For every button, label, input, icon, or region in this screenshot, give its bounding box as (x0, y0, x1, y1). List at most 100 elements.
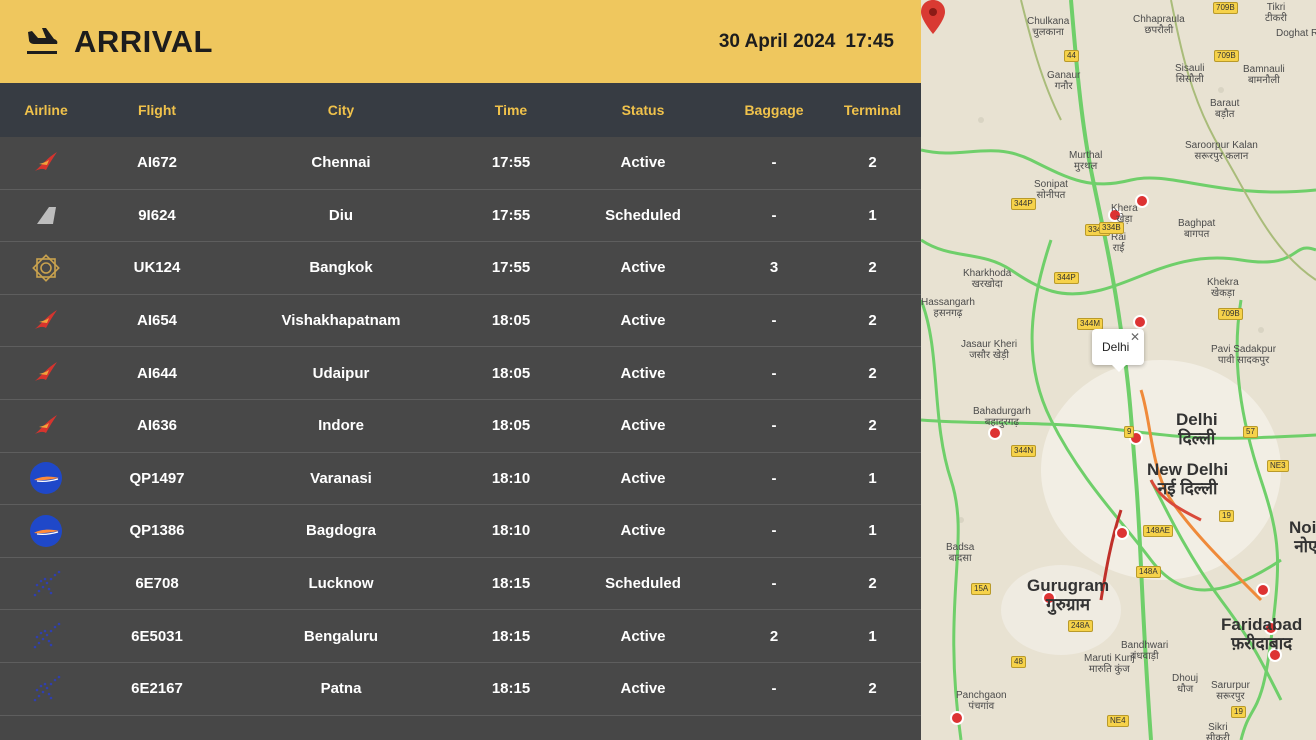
table-row[interactable]: AI654 Vishakhapatnam 18:05 Active - 2 (0, 294, 921, 348)
road-shield: 148A (1136, 566, 1161, 578)
place-name-local: खरखोदा (971, 279, 1003, 290)
place-name: Delhi (1176, 410, 1218, 429)
table-row[interactable]: AI636 Indore 18:05 Active - 2 (0, 399, 921, 453)
airline-logo (0, 356, 92, 390)
baggage-belt: - (771, 417, 777, 435)
column-header-baggage[interactable]: Baggage (724, 102, 824, 118)
indigo-logo-icon (33, 570, 61, 596)
baggage-belt: - (771, 154, 777, 172)
table-row[interactable]: 6E5031 Bengaluru 18:15 Active 2 1 (0, 610, 921, 663)
city-name: Varanasi (310, 469, 372, 487)
table-row[interactable]: 6E2167 Patna 18:15 Active - 2 (0, 662, 921, 716)
flight-number: QP1386 (129, 522, 185, 540)
road-shield: 344P (1011, 198, 1036, 210)
map-place-label: Panchgaon पंचगांव (956, 690, 1007, 712)
flight-status: Active (620, 259, 666, 277)
place-name: Bamnauli (1243, 64, 1285, 75)
terminal-number: 2 (868, 312, 877, 330)
map-place-label: Doghat Rur (1276, 28, 1316, 39)
road-shield: 19 (1231, 706, 1246, 718)
map-place-label: Chhapraula छपरौली (1133, 14, 1185, 36)
column-header-city[interactable]: City (222, 102, 460, 118)
place-name-local: बामनौली (1247, 75, 1280, 86)
column-header-status[interactable]: Status (562, 102, 724, 118)
place-name: Jasaur Kheri (961, 339, 1018, 350)
map-place-label: Saroorpur Kalan सरूरपुर कलान (1185, 140, 1258, 162)
arrival-time: 18:15 (491, 575, 531, 593)
place-name: Maruti Kunj (1084, 653, 1135, 664)
place-name: Sikri (1208, 722, 1228, 733)
place-name-local: जसौर खेड़ी (969, 350, 1009, 361)
place-name: Sarurpur (1211, 680, 1250, 691)
place-name: Khera (1111, 203, 1138, 214)
arrival-time: 18:05 (491, 364, 531, 382)
map-place-label: Badsa बादसा (946, 542, 974, 564)
road-shield: 57 (1243, 426, 1258, 438)
place-name: New Delhi (1147, 460, 1229, 479)
akasa-air-logo-icon (30, 514, 62, 547)
flight-number: 6E2167 (131, 680, 183, 698)
place-name: Bandhwari (1121, 640, 1169, 651)
close-icon[interactable]: ✕ (1130, 330, 1140, 344)
place-name-local: बड़ौत (1215, 109, 1235, 120)
table-row[interactable]: 9I624 Diu 17:55 Scheduled - 1 (0, 189, 921, 243)
road-shield: 44 (1064, 50, 1079, 62)
place-name: Baraut (1210, 98, 1240, 109)
airline-logo (0, 251, 92, 285)
map-place-label: Jasaur Kheri जसौर खेड़ी (961, 339, 1017, 361)
map-place-label: Bamnauli बामनौली (1243, 64, 1285, 86)
column-header-time[interactable]: Time (460, 102, 562, 118)
baggage-belt: 3 (769, 259, 779, 277)
place-name-local: मुरथल (1074, 161, 1098, 172)
place-name-local: सिसौली (1175, 74, 1204, 85)
map-place-label: New Delhi नई दिल्ली (1147, 460, 1228, 498)
map-place-label: Dhouj धौज (1172, 673, 1198, 695)
indigo-logo-icon (33, 675, 61, 702)
location-pin-icon[interactable] (921, 0, 945, 34)
arrival-time: 17:55 (491, 154, 531, 172)
place-name: Sonipat (1034, 179, 1068, 190)
column-header-airline[interactable]: Airline (0, 102, 92, 118)
airline-logo (0, 461, 92, 495)
arrival-time: 18:10 (491, 469, 531, 487)
place-name: Tikri (1266, 2, 1286, 13)
table-row[interactable]: QP1497 Varanasi 18:10 Active - 1 (0, 452, 921, 506)
map-popup[interactable]: Delhi ✕ (1092, 329, 1144, 372)
flight-status: Active (620, 417, 666, 435)
baggage-belt: - (771, 575, 777, 593)
terminal-number: 2 (868, 575, 877, 593)
baggage-belt: 2 (769, 627, 779, 645)
table-row[interactable]: QP1386 Bagdogra 18:10 Active - 1 (0, 505, 921, 558)
air-india-logo-icon (35, 414, 57, 434)
city-name: Patna (320, 680, 362, 698)
baggage-belt: - (771, 469, 777, 487)
place-name: Khekra (1207, 277, 1239, 288)
table-row[interactable]: AI672 Chennai 17:55 Active - 2 (0, 137, 921, 190)
flight-number: AI672 (136, 154, 178, 172)
map-place-label: Sonipat सोनीपत (1034, 179, 1068, 201)
column-header-flight[interactable]: Flight (92, 102, 222, 118)
place-name: Chulkana (1027, 16, 1070, 27)
road-shield: 709B (1213, 2, 1238, 14)
place-name: Sisauli (1175, 63, 1205, 74)
place-name: Saroorpur Kalan (1185, 140, 1258, 151)
column-header-terminal[interactable]: Terminal (824, 102, 921, 118)
terminal-number: 2 (868, 259, 877, 277)
table-row[interactable]: 6E708 Lucknow 18:15 Scheduled - 2 (0, 557, 921, 611)
map-place-label: Sikri सीकरी (1206, 722, 1230, 740)
city-name: Bagdogra (305, 522, 376, 540)
airline-logo (0, 672, 92, 706)
flight-status: Scheduled (605, 575, 681, 593)
air-india-logo-icon (35, 151, 57, 171)
flight-number: AI644 (136, 364, 178, 382)
map-panel[interactable]: Chulkanaचुलकाना Chhapraulaछपरौली Doghat Ru… (921, 0, 1316, 740)
flight-status: Active (620, 522, 666, 540)
place-name: Baghpat (1178, 218, 1216, 229)
map-place-label: Sarurpur सरूरपुर (1211, 680, 1250, 702)
map-place-label: Tikri टीकरी (1265, 2, 1287, 24)
table-row[interactable]: UK124 Bangkok 17:55 Active 3 2 (0, 242, 921, 295)
table-row[interactable]: AI644 Udaipur 18:05 Active - 2 (0, 347, 921, 400)
air-india-logo-icon (35, 362, 57, 382)
flight-number: 6E708 (135, 575, 179, 593)
place-name-local: दिल्ली (1178, 429, 1216, 448)
